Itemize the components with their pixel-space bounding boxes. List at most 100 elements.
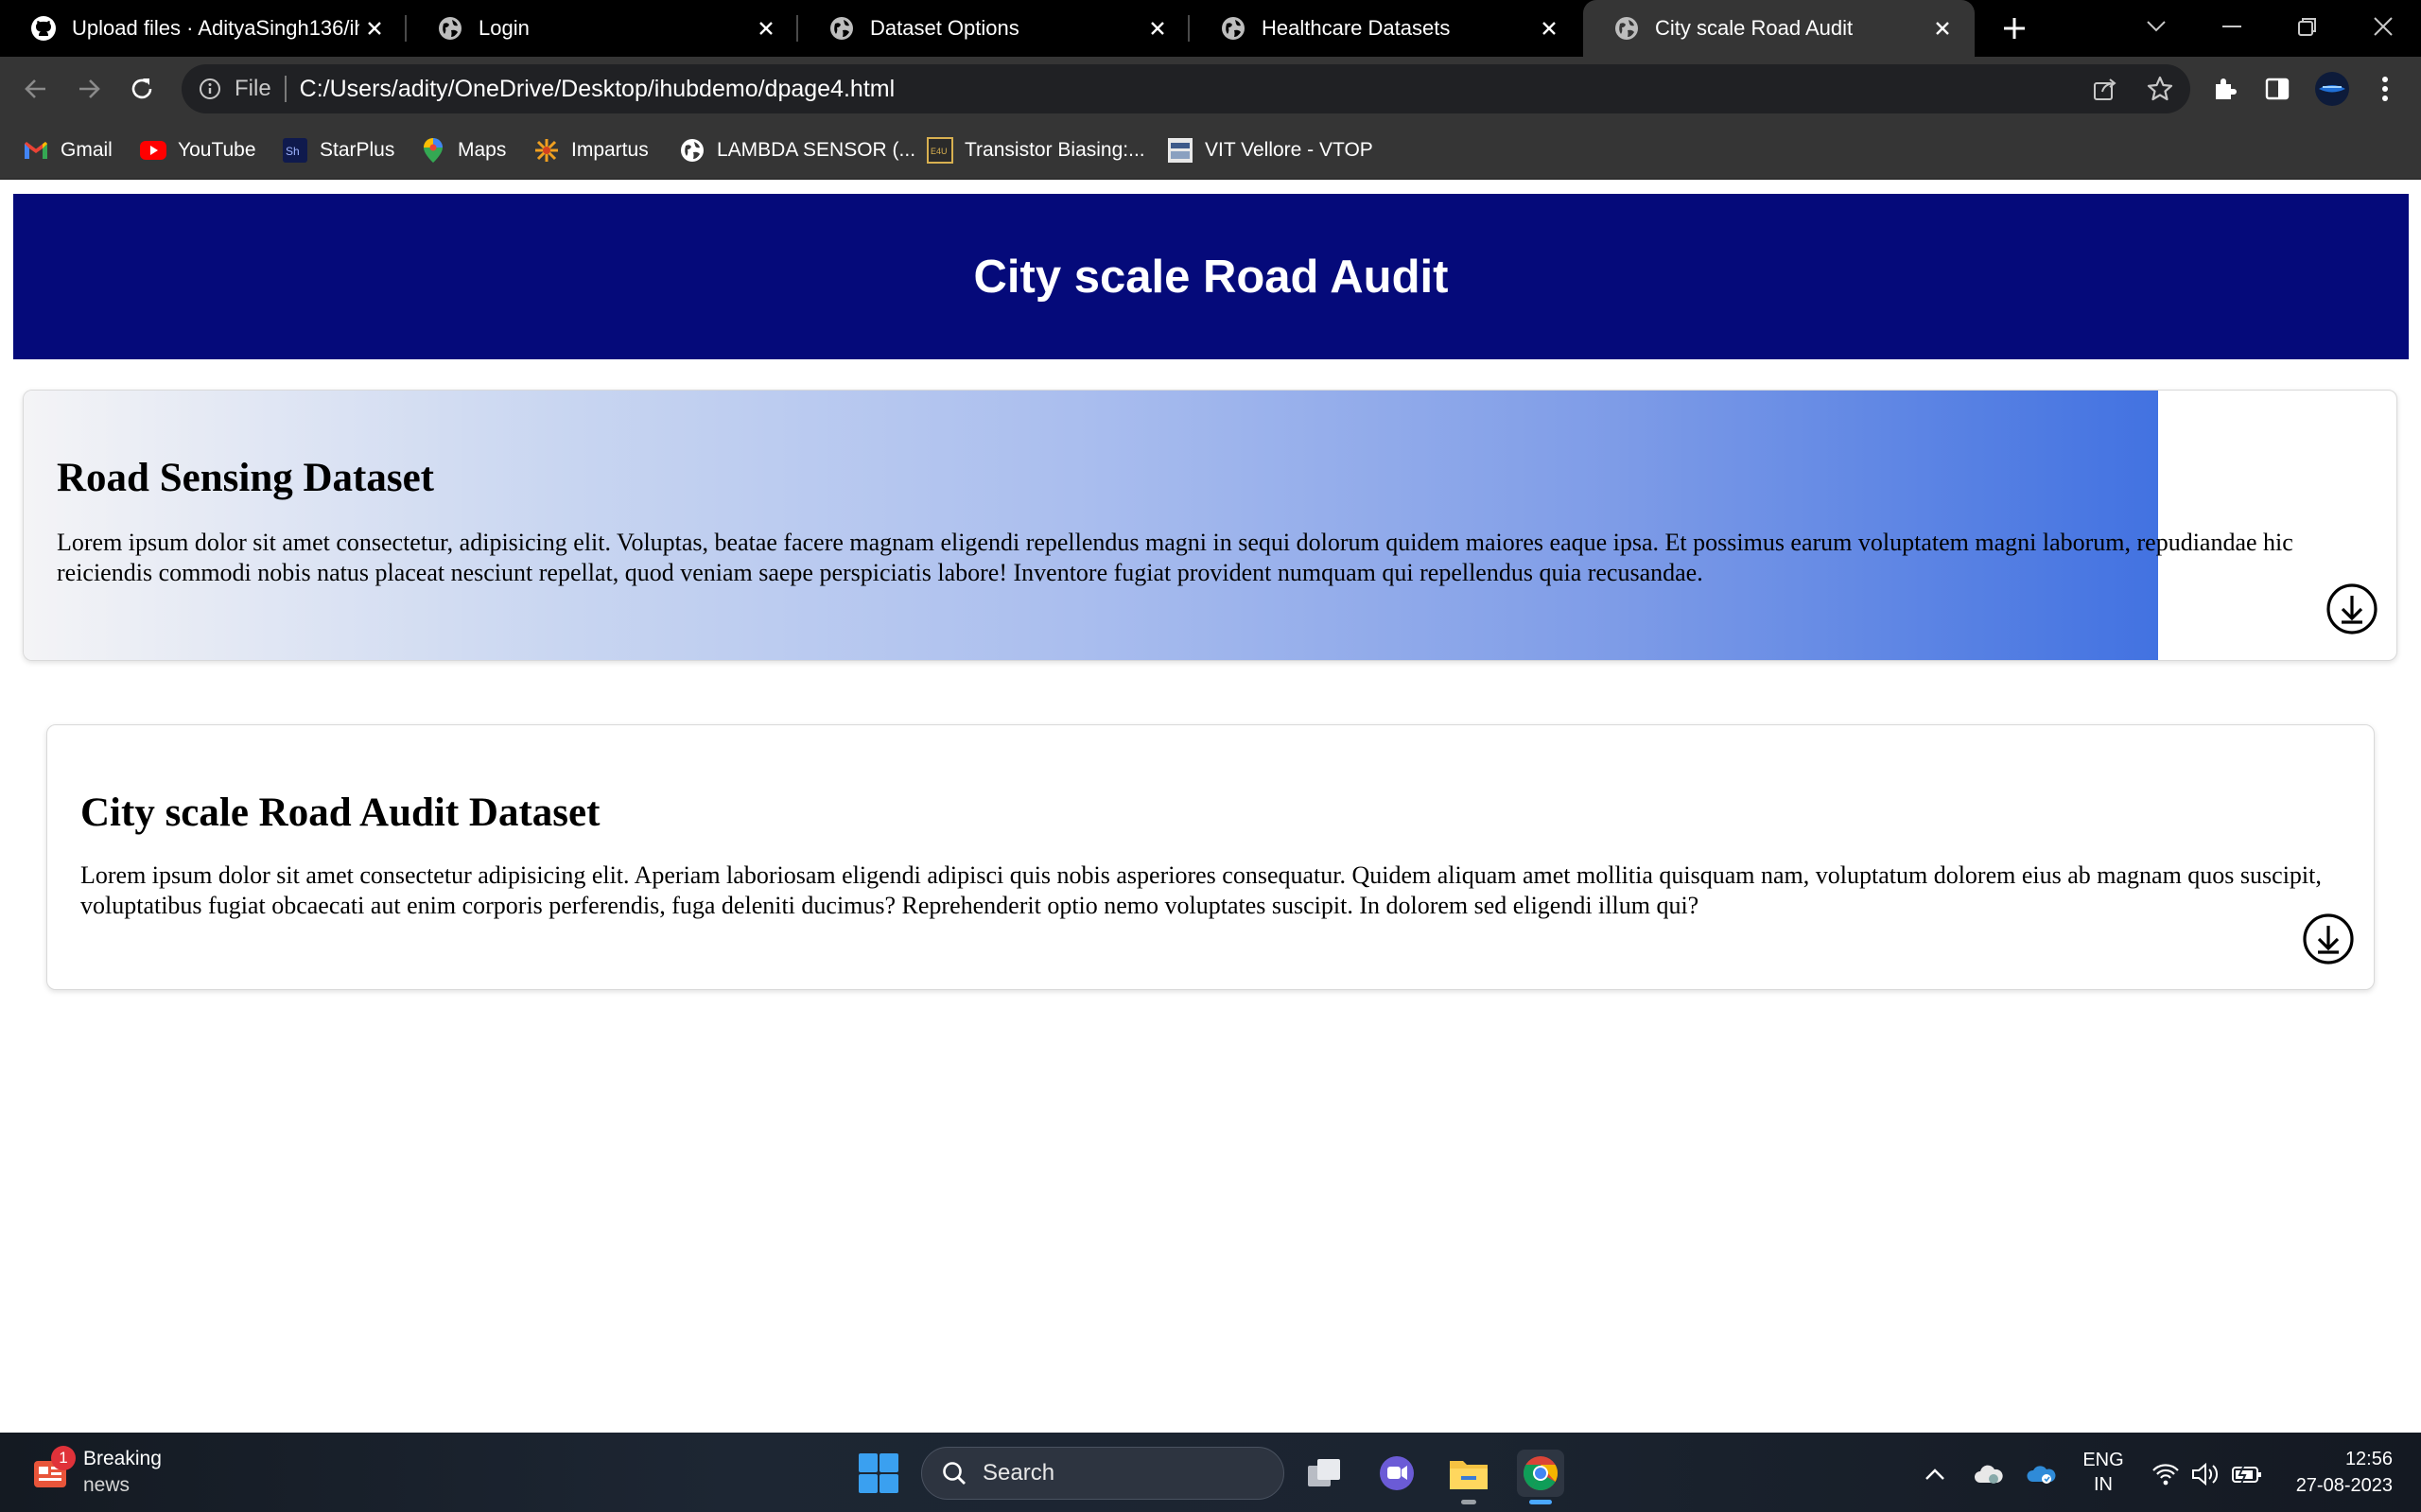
weather-cloud-icon[interactable]: [1971, 1457, 2005, 1491]
news-icon: 1: [30, 1446, 76, 1493]
search-label: Search: [983, 1460, 1055, 1486]
bookmark-label: VIT Vellore - VTOP: [1205, 139, 1373, 161]
reload-icon[interactable]: [123, 70, 161, 108]
volume-icon[interactable]: [2188, 1457, 2222, 1491]
page-header: City scale Road Audit: [13, 194, 2409, 359]
wifi-icon[interactable]: [2149, 1457, 2183, 1491]
tab-dataset-options[interactable]: Dataset Options: [798, 0, 1190, 57]
battery-charging-icon[interactable]: [2230, 1457, 2264, 1491]
bookmark-label: Impartus: [571, 139, 649, 161]
restore-icon[interactable]: [2270, 0, 2345, 53]
bookmark-label: StarPlus: [320, 139, 395, 161]
bookmark-starplus[interactable]: Sh StarPlus: [282, 134, 394, 166]
download-icon[interactable]: [2325, 582, 2378, 635]
globe-icon: [1613, 15, 1640, 42]
minimize-icon[interactable]: [2194, 0, 2270, 53]
web-page: City scale Road Audit Road Sensing Datas…: [0, 181, 2421, 1433]
notification-badge: 1: [51, 1446, 76, 1470]
region-code: IN: [2094, 1474, 2113, 1495]
card-title: Road Sensing Dataset: [57, 456, 434, 500]
e4u-icon: E4U: [927, 137, 953, 164]
url-scheme-label: File: [235, 76, 271, 101]
system-clock[interactable]: 12:56 27-08-2023: [2296, 1446, 2393, 1499]
back-icon[interactable]: [17, 70, 55, 108]
tab-upload-files[interactable]: Upload files · AdityaSingh136/ihu: [0, 0, 407, 57]
page-title: City scale Road Audit: [973, 251, 1449, 303]
tab-title: Login: [479, 16, 530, 40]
task-view-icon[interactable]: [1301, 1450, 1349, 1497]
language-indicator[interactable]: ENG IN: [2077, 1448, 2130, 1497]
extensions-icon[interactable]: [2205, 70, 2243, 108]
youtube-icon: [140, 137, 166, 164]
bookmark-maps[interactable]: Maps: [420, 134, 506, 166]
share-icon[interactable]: [2086, 70, 2124, 108]
bookmark-lambda-sensor[interactable]: LAMBDA SENSOR (...: [679, 134, 915, 166]
language-code: ENG: [2082, 1450, 2124, 1470]
github-icon: [30, 15, 57, 42]
teams-chat-icon[interactable]: [1373, 1450, 1420, 1497]
close-icon[interactable]: [1534, 13, 1564, 43]
news-widget[interactable]: 1 Breaking news: [30, 1446, 162, 1499]
windows-start-icon[interactable]: [857, 1451, 900, 1495]
bookmark-label: LAMBDA SENSOR (...: [717, 139, 916, 161]
card-description: Lorem ipsum dolor sit amet consectetur, …: [57, 529, 2293, 586]
news-headline: Breaking: [83, 1448, 162, 1469]
clock-time: 12:56: [2344, 1449, 2393, 1469]
globe-icon: [437, 15, 463, 42]
onedrive-cloud-icon[interactable]: [2024, 1457, 2058, 1491]
bookmark-transistor-biasing[interactable]: E4U Transistor Biasing:...: [927, 134, 1145, 166]
close-icon[interactable]: [1142, 13, 1173, 43]
globe-icon: [828, 15, 855, 42]
tab-healthcare-datasets[interactable]: Healthcare Datasets: [1190, 0, 1581, 57]
bookmark-youtube[interactable]: YouTube: [140, 134, 256, 166]
dataset-card-road-sensing[interactable]: Road Sensing Dataset Lorem ipsum dolor s…: [23, 390, 2397, 661]
starplus-icon: Sh: [282, 137, 308, 164]
side-panel-icon[interactable]: [2258, 70, 2296, 108]
info-icon[interactable]: [197, 76, 223, 102]
bookmark-vit-vtop[interactable]: VIT Vellore - VTOP: [1167, 134, 1373, 166]
impartus-icon: [533, 137, 560, 164]
window-close-icon[interactable]: [2345, 0, 2421, 53]
dataset-card-city-road-audit[interactable]: City scale Road Audit Dataset Lorem ipsu…: [46, 724, 2375, 990]
show-hidden-icons-chevron-icon[interactable]: [1918, 1457, 1952, 1491]
card-title: City scale Road Audit Dataset: [80, 791, 601, 835]
maps-icon: [420, 137, 446, 164]
bookmark-star-icon[interactable]: [2141, 70, 2179, 108]
tab-search-chevron-icon[interactable]: [2118, 0, 2194, 53]
download-icon[interactable]: [2302, 912, 2355, 965]
url-text[interactable]: C:/Users/adity/OneDrive/Desktop/ihubdemo…: [300, 76, 895, 103]
profile-avatar-icon[interactable]: [2313, 70, 2351, 108]
svg-text:Sh: Sh: [286, 145, 300, 158]
close-icon[interactable]: [359, 13, 390, 43]
bookmark-gmail[interactable]: Gmail: [23, 134, 113, 166]
bookmark-label: YouTube: [178, 139, 256, 161]
tab-title: City scale Road Audit: [1655, 16, 1854, 40]
card-description: Lorem ipsum dolor sit amet consectetur a…: [80, 861, 2322, 919]
close-icon[interactable]: [1927, 13, 1958, 43]
forward-icon[interactable]: [70, 70, 108, 108]
tab-city-scale-road-audit[interactable]: City scale Road Audit: [1583, 0, 1975, 57]
svg-text:E4U: E4U: [931, 147, 948, 156]
running-indicator: [1529, 1500, 1552, 1504]
browser-toolbar: File C:/Users/adity/OneDrive/Desktop/ihu…: [0, 57, 2421, 121]
bookmark-label: Transistor Biasing:...: [965, 139, 1145, 161]
taskbar-search-box[interactable]: Search: [921, 1447, 1284, 1500]
search-icon: [939, 1458, 969, 1488]
gmail-icon: [23, 137, 49, 164]
running-indicator: [1461, 1500, 1476, 1504]
close-icon[interactable]: [751, 13, 781, 43]
bookmarks-bar: Gmail YouTube Sh StarPlus Maps Impartus …: [0, 121, 2421, 180]
bookmark-label: Gmail: [61, 139, 113, 161]
tab-title: Healthcare Datasets: [1262, 16, 1451, 40]
bookmark-impartus[interactable]: Impartus: [533, 134, 649, 166]
menu-kebab-icon[interactable]: [2366, 70, 2404, 108]
file-explorer-icon[interactable]: [1445, 1450, 1492, 1504]
new-tab-button[interactable]: [1995, 9, 2033, 47]
tab-title: Upload files · AdityaSingh136/ihu: [72, 16, 359, 40]
tab-login[interactable]: Login: [407, 0, 798, 57]
address-bar[interactable]: File C:/Users/adity/OneDrive/Desktop/ihu…: [182, 64, 2190, 113]
vtop-icon: [1167, 137, 1193, 164]
omnibox-divider: [284, 76, 287, 102]
bookmark-label: Maps: [458, 139, 507, 161]
chrome-icon[interactable]: [1517, 1450, 1564, 1504]
